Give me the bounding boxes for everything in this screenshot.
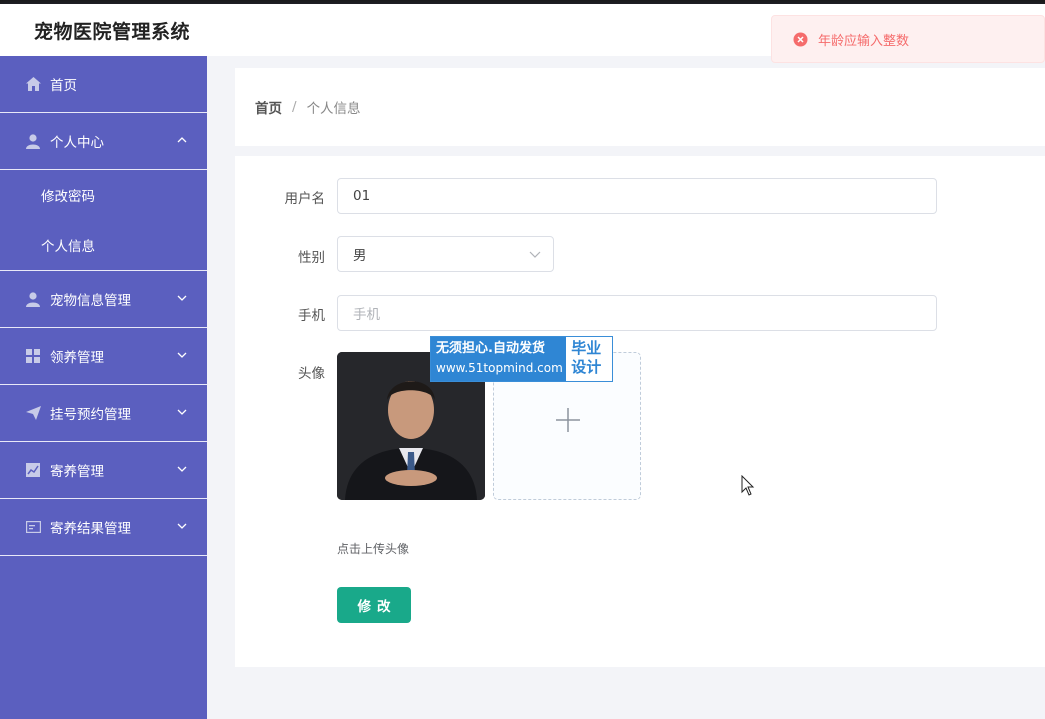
- username-input[interactable]: 01: [337, 178, 937, 214]
- gender-value: 男: [353, 248, 367, 264]
- username-label: 用户名: [284, 191, 326, 207]
- phone-input[interactable]: 手机: [337, 295, 937, 331]
- chevron-down-icon: [177, 466, 187, 472]
- send-icon: [25, 405, 41, 421]
- error-circle-icon: [793, 32, 808, 46]
- submenu-personal-center: 修改密码 个人信息: [0, 170, 207, 271]
- chart-icon: [25, 462, 41, 478]
- breadcrumb: 首页 / 个人信息: [235, 68, 1045, 146]
- sidebar-item-label: 寄养管理: [50, 464, 104, 480]
- breadcrumb-separator: /: [292, 99, 297, 115]
- sidebar-item-label: 挂号预约管理: [50, 407, 131, 423]
- sidebar-item-adoption[interactable]: 领养管理: [0, 328, 207, 385]
- sidebar-item-label: 领养管理: [50, 350, 104, 366]
- sidebar-item-home[interactable]: 首页: [0, 56, 207, 113]
- sidebar-item-label: 个人信息: [41, 239, 95, 255]
- gender-select[interactable]: 男: [337, 236, 554, 272]
- card-icon: [25, 519, 41, 535]
- phone-placeholder: 手机: [353, 307, 380, 323]
- sidebar-item-label: 修改密码: [41, 189, 95, 205]
- sidebar-item-label: 个人中心: [50, 135, 104, 151]
- sidebar-item-profile[interactable]: 个人信息: [0, 220, 207, 270]
- profile-form: 用户名 01 性别 男 手机 手机 头像 点击上传头像 修改: [235, 156, 1045, 667]
- user-icon: [25, 291, 41, 307]
- error-toast: 年龄应输入整数: [771, 15, 1045, 63]
- user-icon: [25, 133, 41, 149]
- chevron-down-icon: [177, 523, 187, 529]
- sidebar-item-change-password[interactable]: 修改密码: [0, 170, 207, 220]
- phone-label: 手机: [298, 308, 325, 324]
- home-icon: [25, 76, 41, 92]
- chevron-up-icon: [177, 137, 187, 143]
- sidebar-item-label: 宠物信息管理: [50, 293, 131, 309]
- sidebar-item-personal-center[interactable]: 个人中心: [0, 113, 207, 170]
- update-button[interactable]: 修改: [337, 587, 411, 623]
- watermark-badge: 毕业设计: [571, 339, 602, 376]
- breadcrumb-current: 个人信息: [306, 101, 361, 117]
- mouse-cursor-icon: [741, 475, 755, 496]
- breadcrumb-home-link[interactable]: 首页: [255, 97, 282, 117]
- sidebar: 首页 个人中心 修改密码 个人信息 宠物信息管理 领养管理 挂号预约管理 寄养管…: [0, 56, 207, 719]
- upload-hint: 点击上传头像: [337, 542, 410, 556]
- sidebar-item-appointment[interactable]: 挂号预约管理: [0, 385, 207, 442]
- sidebar-item-boarding[interactable]: 寄养管理: [0, 442, 207, 499]
- watermark-text: 无须担心.自动发货 www.51topmind.com: [431, 337, 567, 381]
- sidebar-item-label: 寄养结果管理: [50, 521, 131, 537]
- chevron-down-icon: [177, 409, 187, 415]
- grid-icon: [25, 348, 41, 364]
- avatar-label: 头像: [298, 366, 325, 382]
- app-title: 宠物医院管理系统: [34, 21, 191, 43]
- main-content: 首页 / 个人信息 用户名 01 性别 男 手机 手机 头像 点击上传头像 修改: [207, 56, 1045, 719]
- plus-icon: [556, 408, 580, 432]
- watermark-line2: www.51topmind.com: [436, 361, 563, 375]
- watermark-line1: 无须担心.自动发货: [436, 341, 545, 356]
- sidebar-item-pet-info[interactable]: 宠物信息管理: [0, 271, 207, 328]
- watermark-overlay: 无须担心.自动发货 www.51topmind.com 毕业设计: [430, 336, 613, 382]
- sidebar-item-boarding-result[interactable]: 寄养结果管理: [0, 499, 207, 556]
- sidebar-item-label: 首页: [50, 78, 77, 94]
- gender-label: 性别: [298, 250, 325, 266]
- toast-message: 年龄应输入整数: [818, 33, 910, 49]
- chevron-down-icon: [529, 251, 541, 258]
- username-value: 01: [353, 188, 371, 204]
- chevron-down-icon: [177, 352, 187, 358]
- chevron-down-icon: [177, 295, 187, 301]
